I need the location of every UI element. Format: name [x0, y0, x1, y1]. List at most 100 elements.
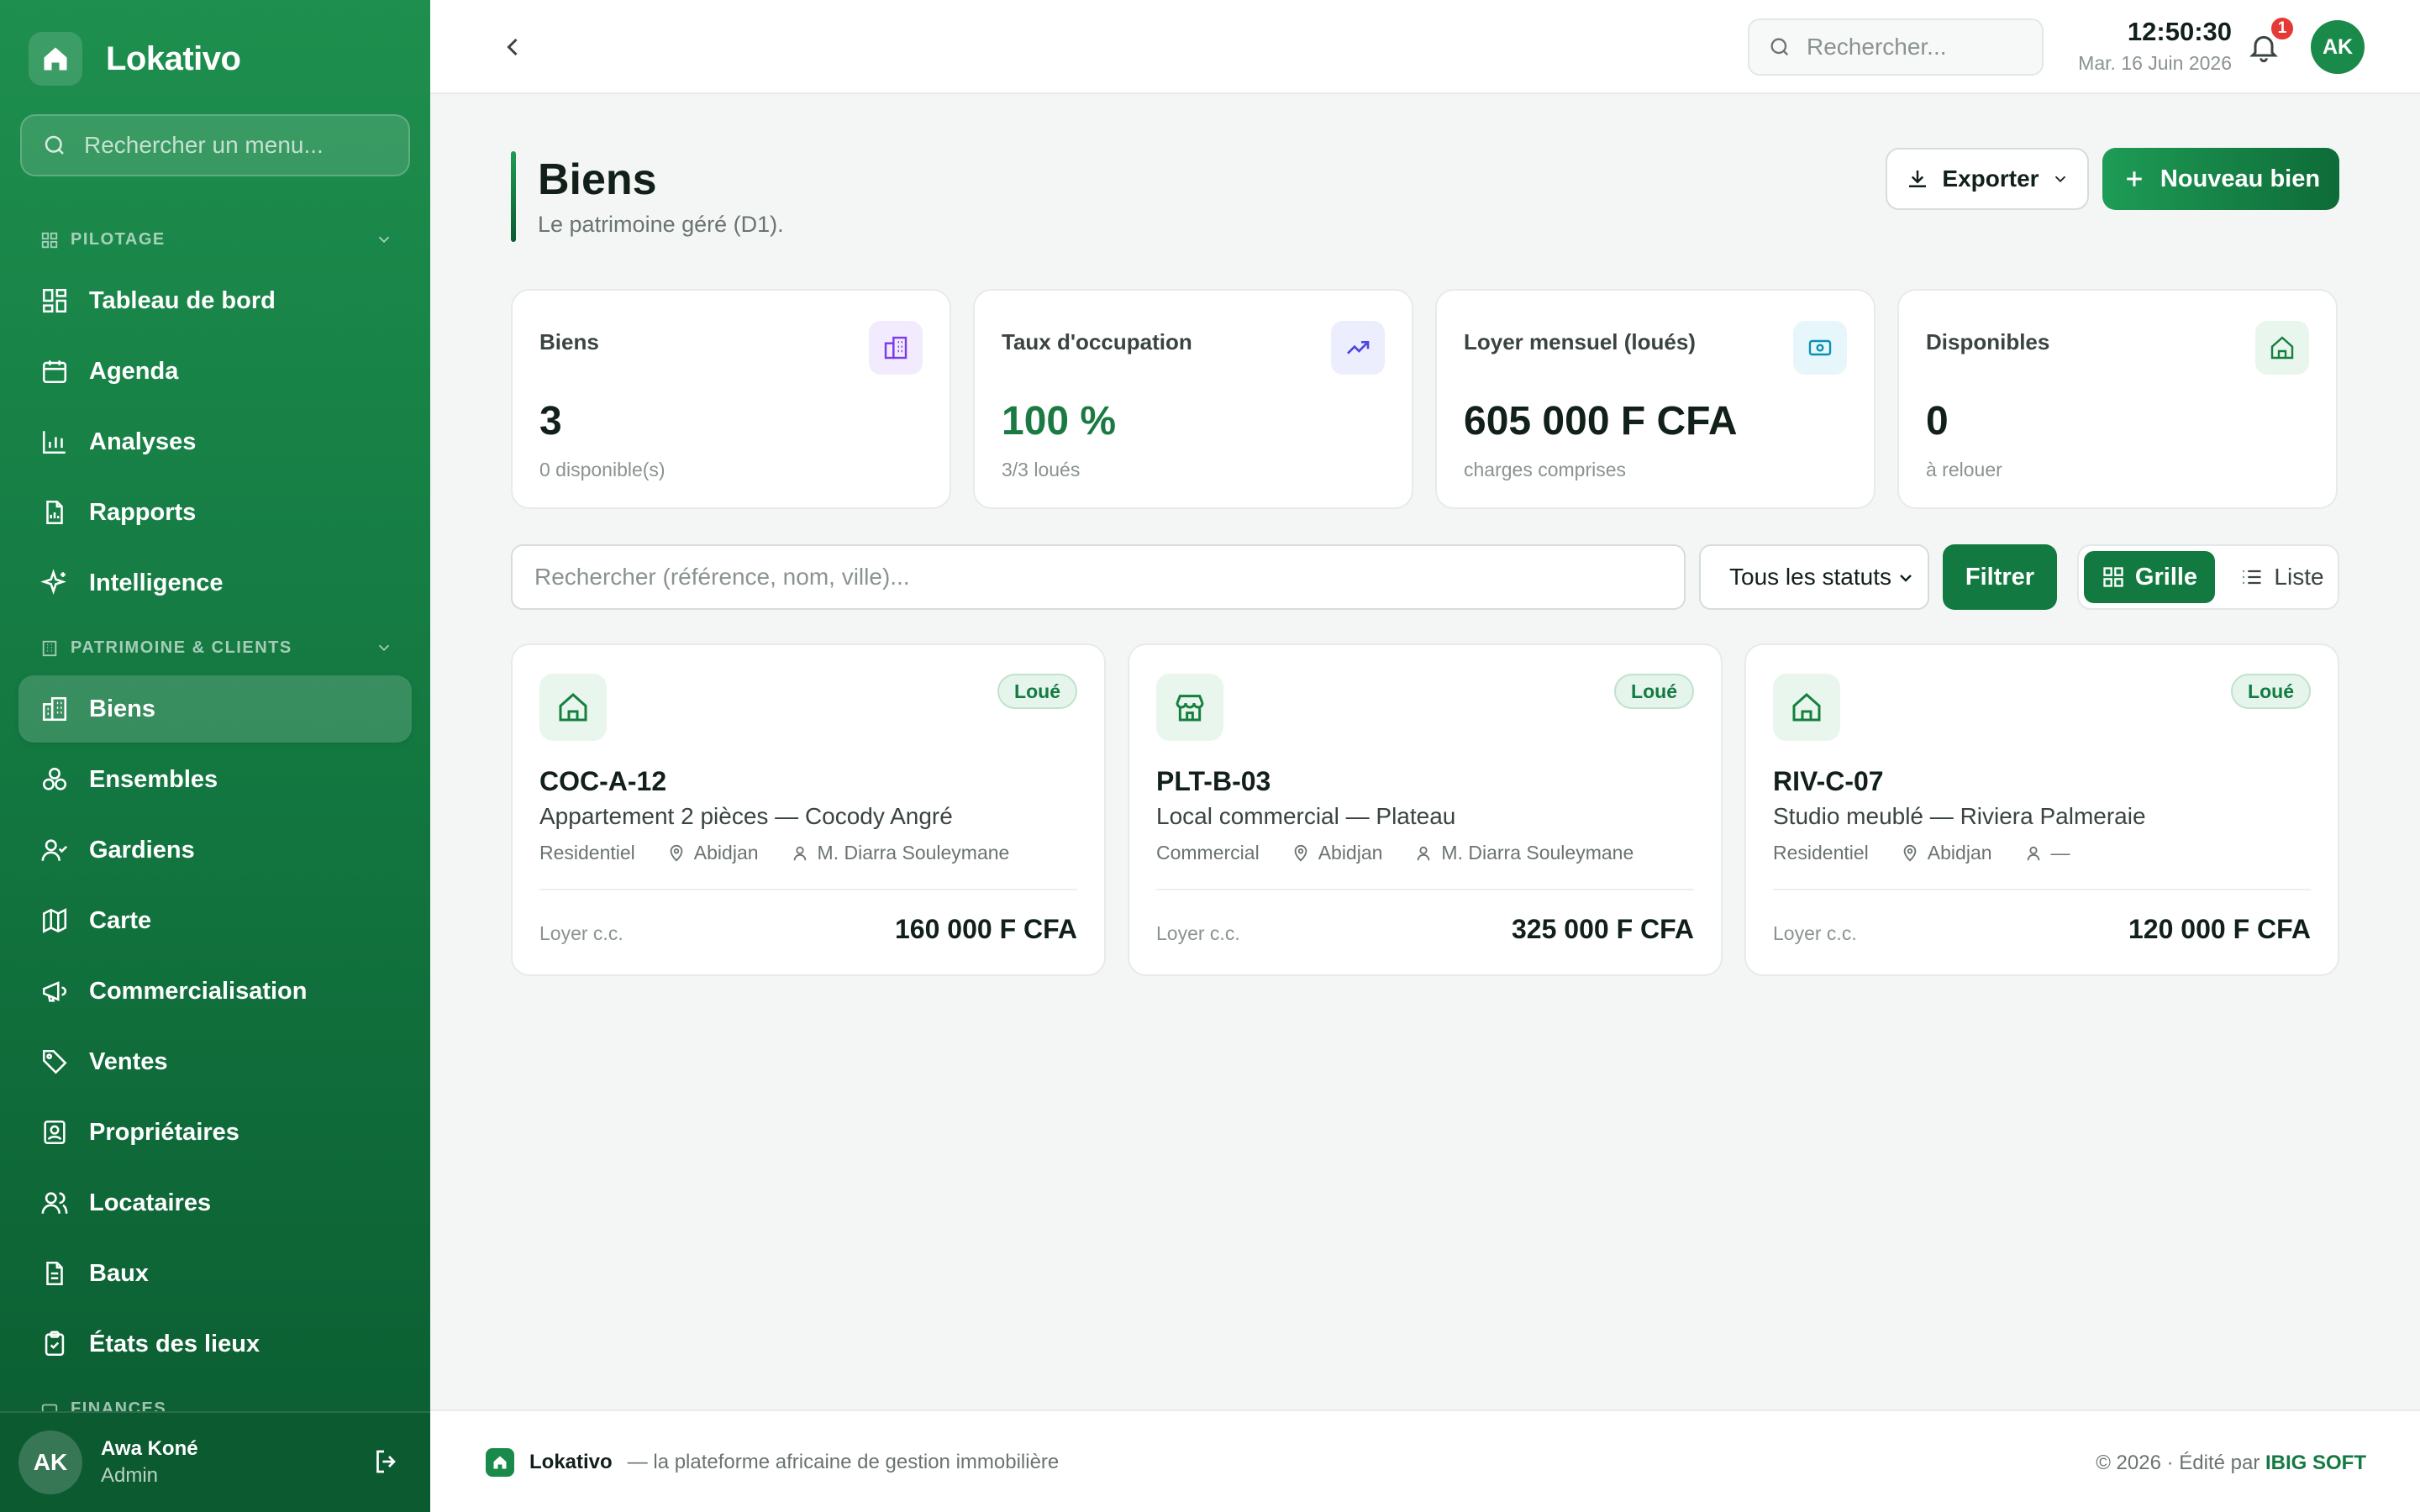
view-list-button[interactable]: Liste	[2230, 551, 2334, 603]
sidebar-item-baux[interactable]: Baux	[18, 1240, 412, 1307]
user-icon	[2027, 846, 2039, 860]
contact-icon	[44, 1120, 66, 1145]
megaphone-icon	[42, 981, 67, 1002]
stat-value: 3	[539, 399, 562, 444]
bar-chart-icon	[42, 431, 66, 454]
stat-label: Taux d'occupation	[1002, 329, 1192, 354]
map-pin-icon	[1294, 844, 1307, 861]
export-button[interactable]: Exporter	[1886, 148, 2089, 210]
footer-brand: Lokativo	[529, 1451, 613, 1473]
section-label: PILOTAGE	[71, 230, 166, 249]
chevron-left-icon[interactable]	[497, 32, 528, 62]
banknote-icon	[1793, 321, 1847, 375]
users-icon	[41, 1192, 68, 1214]
store-icon	[1156, 674, 1223, 741]
property-manager: M. Diarra Souleymane	[817, 842, 1010, 864]
clock-time: 12:50:30	[2127, 17, 2232, 46]
brand[interactable]: Lokativo	[29, 32, 241, 86]
map-pin-icon	[1903, 844, 1917, 861]
status-select-value: Tous les statuts	[1729, 564, 1891, 590]
sidebar-item-carte[interactable]: Carte	[18, 887, 412, 954]
new-property-label: Nouveau bien	[2160, 165, 2321, 192]
page-title: Biens	[538, 155, 657, 204]
section-pilotage[interactable]: PILOTAGE	[40, 230, 393, 249]
property-name: Studio meublé — Riviera Palmeraie	[1773, 803, 2146, 829]
footer-tagline: — la plateforme africaine de gestion imm…	[627, 1451, 1060, 1473]
property-ref: COC-A-12	[539, 766, 667, 796]
sidebar-item-rapports[interactable]: Rapports	[18, 479, 412, 546]
dashboard-icon	[42, 288, 67, 313]
page-subtitle: Le patrimoine géré (D1).	[538, 212, 784, 237]
sidebar-item-locataires[interactable]: Locataires	[18, 1169, 412, 1236]
sidebar-search-input[interactable]	[84, 132, 403, 159]
property-type: Residentiel	[1773, 842, 1869, 864]
section-label: PATRIMOINE & CLIENTS	[71, 638, 292, 657]
status-badge: Loué	[1614, 674, 1694, 709]
sidebar-item-intelligence[interactable]: Intelligence	[18, 549, 412, 617]
sidebar-item-commercialisation[interactable]: Commercialisation	[18, 958, 412, 1025]
property-type: Commercial	[1156, 842, 1260, 864]
sparkles-icon	[40, 569, 66, 595]
sidebar-item-label: Rapports	[89, 498, 197, 526]
sidebar-item-label: Carte	[89, 906, 152, 934]
view-grid-button[interactable]: Grille	[2084, 551, 2215, 603]
stat-sub: 0 disponible(s)	[539, 459, 666, 480]
property-card[interactable]: Loué RIV-C-07 Studio meublé — Riviera Pa…	[1744, 643, 2339, 976]
status-badge: Loué	[2231, 674, 2311, 709]
list-icon	[2243, 570, 2261, 585]
notification-badge: 1	[2269, 15, 2296, 42]
sidebar-item-ventes[interactable]: Ventes	[18, 1028, 412, 1095]
logout-icon[interactable]	[371, 1446, 402, 1477]
section-patrimoine-clients[interactable]: PATRIMOINE & CLIENTS	[40, 638, 393, 658]
filter-button[interactable]: Filtrer	[1943, 544, 2057, 610]
status-select[interactable]: Tous les statuts	[1699, 544, 1929, 610]
sidebar-item-etats-des-lieux[interactable]: États des lieux	[18, 1310, 412, 1378]
clock: 12:50:30 Mar. 16 Juin 2026	[2064, 17, 2232, 75]
export-label: Exporter	[1942, 165, 2039, 192]
property-meta: Residentiel Abidjan M. Diarra Souleymane	[539, 842, 1009, 864]
avatar[interactable]: AK	[18, 1431, 82, 1494]
property-search-input[interactable]	[511, 544, 1686, 610]
user-check-icon	[41, 839, 68, 861]
global-search-input[interactable]	[1807, 34, 2042, 60]
plus-icon	[2127, 171, 2142, 186]
property-card[interactable]: Loué COC-A-12 Appartement 2 pièces — Coc…	[511, 643, 1106, 976]
user-icon	[1418, 846, 1430, 860]
chevron-down-icon	[2054, 176, 2065, 183]
building-icon	[42, 696, 67, 722]
sidebar-item-gardiens[interactable]: Gardiens	[18, 816, 412, 884]
chevron-down-icon	[1900, 575, 1912, 582]
footer: Lokativo — la plateforme africaine de ge…	[430, 1410, 2420, 1512]
property-name: Appartement 2 pièces — Cocody Angré	[539, 803, 953, 829]
sidebar-item-biens[interactable]: Biens	[18, 675, 412, 743]
stat-card-biens: Biens 3 0 disponible(s)	[511, 289, 951, 509]
report-icon	[46, 500, 63, 525]
rent-label: Loyer c.c.	[1156, 922, 1240, 944]
trending-up-icon	[1331, 321, 1385, 375]
view-list-label: Liste	[2274, 564, 2324, 590]
download-icon	[1909, 171, 1927, 187]
sidebar-item-label: Tableau de bord	[89, 286, 276, 314]
global-search[interactable]	[1748, 18, 2044, 76]
grid-icon	[41, 232, 58, 248]
new-property-button[interactable]: Nouveau bien	[2102, 148, 2339, 210]
sidebar-search[interactable]	[20, 114, 410, 176]
sidebar-item-proprietaires[interactable]: Propriétaires	[18, 1099, 412, 1166]
sidebar-item-agenda[interactable]: Agenda	[18, 338, 412, 405]
home-icon	[2255, 321, 2309, 375]
property-name: Local commercial — Plateau	[1156, 803, 1456, 829]
sidebar-item-analyses[interactable]: Analyses	[18, 408, 412, 475]
sidebar-item-ensembles[interactable]: Ensembles	[18, 746, 412, 813]
property-manager: M. Diarra Souleymane	[1441, 842, 1634, 864]
property-type: Residentiel	[539, 842, 635, 864]
grid-icon	[2103, 567, 2123, 587]
clipboard-icon	[45, 1331, 65, 1357]
boxes-icon	[42, 767, 67, 790]
sidebar-item-tableau-de-bord[interactable]: Tableau de bord	[18, 267, 412, 334]
property-card[interactable]: Loué PLT-B-03 Local commercial — Plateau…	[1128, 643, 1723, 976]
avatar[interactable]: AK	[2311, 20, 2365, 74]
editor-link[interactable]: IBIG SOFT	[2265, 1452, 2366, 1474]
divider	[539, 889, 1077, 890]
clock-date: Mar. 16 Juin 2026	[2078, 52, 2232, 74]
sidebar-item-label: États des lieux	[89, 1330, 260, 1357]
